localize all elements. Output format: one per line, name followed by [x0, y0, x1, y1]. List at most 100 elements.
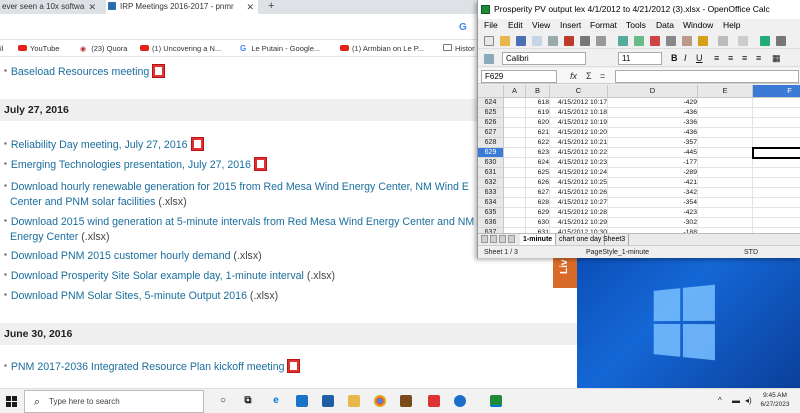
link[interactable]: Download Prosperity Site Solar example d… [11, 270, 304, 282]
menu-tools[interactable]: Tools [626, 19, 646, 32]
row-header[interactable]: 629 [478, 148, 504, 158]
link[interactable]: Baseload Resources meeting [11, 66, 149, 78]
column-header-b[interactable]: B [526, 85, 550, 98]
close-icon[interactable]: ✕ [246, 0, 254, 14]
table-cell[interactable]: 620 [526, 118, 550, 128]
tray-chevron-icon[interactable]: ^ [718, 389, 722, 412]
table-cell[interactable]: -423 [608, 208, 698, 218]
column-header-f[interactable]: F [753, 85, 800, 98]
link[interactable]: Emerging Technologies presentation, July… [11, 159, 251, 171]
last-sheet-icon[interactable] [508, 235, 515, 243]
underline-button[interactable]: U [696, 52, 703, 65]
bookmark-item[interactable]: YouTube [18, 40, 59, 57]
sheet-tab[interactable]: Sheet3 [600, 234, 630, 245]
close-icon[interactable]: ✕ [88, 0, 96, 14]
table-cell[interactable]: -177 [608, 158, 698, 168]
taskbar-search-box[interactable]: ⌕ Type here to search [24, 390, 204, 413]
align-center-icon[interactable]: ≡ [728, 52, 733, 65]
column-header-e[interactable]: E [698, 85, 753, 98]
table-cell[interactable]: -421 [608, 178, 698, 188]
menu-edit[interactable]: Edit [508, 19, 523, 32]
edge-icon[interactable]: e [270, 395, 282, 407]
menu-insert[interactable]: Insert [560, 19, 581, 32]
google-icon[interactable]: G [459, 22, 467, 33]
link[interactable]: Download PNM 2015 customer hourly demand [11, 250, 231, 262]
table-cell[interactable]: 619 [526, 108, 550, 118]
row-header[interactable]: 630 [478, 158, 504, 168]
menu-file[interactable]: File [484, 19, 498, 32]
table-cell[interactable]: 626 [526, 178, 550, 188]
align-left-icon[interactable]: ≡ [714, 52, 719, 65]
row-header[interactable]: 633 [478, 188, 504, 198]
row-header[interactable]: 636 [478, 218, 504, 228]
print-icon[interactable] [580, 36, 590, 46]
sum-icon[interactable]: Σ [586, 69, 592, 83]
table-cell[interactable]: 4/15/2012 10:20 [550, 128, 608, 138]
row-header[interactable]: 634 [478, 198, 504, 208]
table-cell[interactable]: -289 [608, 168, 698, 178]
font-name-select[interactable]: Calibri [502, 52, 586, 65]
bookmark-item[interactable]: Histor [443, 40, 475, 57]
bookmark-item[interactable]: il [0, 40, 3, 57]
table-cell[interactable]: 4/15/2012 10:25 [550, 178, 608, 188]
volume-icon[interactable]: ◂) [745, 389, 752, 412]
table-cell[interactable]: 628 [526, 198, 550, 208]
link[interactable]: PNM 2017-2036 Integrated Resource Plan k… [11, 361, 285, 373]
bold-button[interactable]: B [671, 52, 678, 65]
new-document-icon[interactable] [484, 36, 494, 46]
link[interactable]: Center and PNM solar facilities [10, 196, 155, 208]
table-cell[interactable]: 622 [526, 138, 550, 148]
link[interactable]: Energy Center [10, 231, 78, 243]
table-cell[interactable]: -354 [608, 198, 698, 208]
cut-icon[interactable] [650, 36, 660, 46]
clone-formatting-icon[interactable] [698, 36, 708, 46]
gimp-icon[interactable] [400, 395, 412, 407]
row-header[interactable]: 628 [478, 138, 504, 148]
row-header[interactable]: 626 [478, 118, 504, 128]
bookmark-item[interactable]: (1) Armbian on Le P... [340, 40, 424, 57]
bookmark-item[interactable]: ◉ (23) Quora [80, 40, 127, 58]
table-cell[interactable]: 4/15/2012 10:28 [550, 208, 608, 218]
table-cell[interactable]: -436 [608, 108, 698, 118]
table-cell[interactable]: 4/15/2012 10:26 [550, 188, 608, 198]
table-cell[interactable]: 4/15/2012 10:19 [550, 118, 608, 128]
row-header[interactable]: 632 [478, 178, 504, 188]
table-cell[interactable]: 4/15/2012 10:18 [550, 108, 608, 118]
save-icon[interactable] [516, 36, 526, 46]
styles-icon[interactable] [484, 54, 494, 64]
edit-file-icon[interactable] [548, 36, 558, 46]
browser-tab-2[interactable]: IRP Meetings 2016-2017 - pnmr ✕ [106, 0, 258, 14]
menu-format[interactable]: Format [590, 19, 617, 32]
start-button[interactable] [6, 396, 18, 408]
chrome-icon[interactable] [374, 395, 386, 407]
table-cell[interactable]: 623 [526, 148, 550, 158]
file-explorer-icon[interactable] [348, 395, 360, 407]
print-preview-icon[interactable] [596, 36, 606, 46]
table-cell[interactable]: 4/15/2012 10:21 [550, 138, 608, 148]
row-header[interactable]: 635 [478, 208, 504, 218]
mail-icon[interactable] [322, 395, 334, 407]
redo-icon[interactable] [738, 36, 748, 46]
table-cell[interactable]: 4/15/2012 10:17 [550, 98, 608, 108]
row-header[interactable]: 625 [478, 108, 504, 118]
link[interactable]: Download PNM Solar Sites, 5-minute Outpu… [11, 290, 247, 302]
row-header[interactable]: 631 [478, 168, 504, 178]
first-sheet-icon[interactable] [481, 235, 488, 243]
column-header-c[interactable]: C [550, 85, 608, 98]
new-tab-button[interactable]: + [268, 0, 274, 13]
table-cell[interactable]: 621 [526, 128, 550, 138]
undo-icon[interactable] [718, 36, 728, 46]
sheet-tab[interactable]: 1-minute [520, 234, 557, 245]
table-cell[interactable]: 4/15/2012 10:29 [550, 218, 608, 228]
menu-window[interactable]: Window [683, 19, 713, 32]
justify-icon[interactable]: ≡ [756, 52, 761, 65]
column-header-d[interactable]: D [608, 85, 698, 98]
autospellcheck-icon[interactable] [634, 36, 644, 46]
open-folder-icon[interactable] [500, 36, 510, 46]
table-cell[interactable]: 618 [526, 98, 550, 108]
table-cell[interactable]: -357 [608, 138, 698, 148]
table-cell[interactable]: 629 [526, 208, 550, 218]
export-pdf-icon[interactable] [564, 36, 574, 46]
copy-icon[interactable] [666, 36, 676, 46]
merge-cells-icon[interactable]: ▦ [772, 52, 781, 65]
